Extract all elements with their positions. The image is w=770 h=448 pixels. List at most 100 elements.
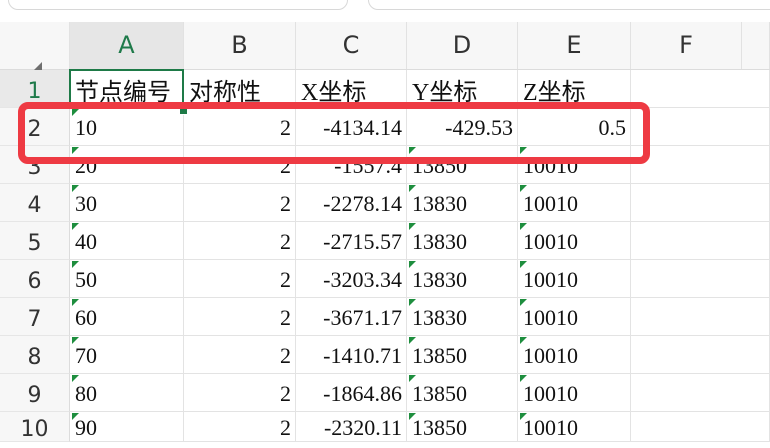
table-cell[interactable]: 2: [184, 336, 296, 373]
row-header-8[interactable]: 8: [0, 336, 70, 374]
cell-value: 80: [75, 381, 97, 406]
cell-value: 40: [75, 229, 97, 254]
table-cell[interactable]: 13830: [407, 298, 518, 335]
table-row: 50 2 -3203.34 13830 10010: [70, 260, 770, 298]
cell-value: 2: [280, 381, 291, 406]
table-cell[interactable]: 13830: [407, 184, 518, 221]
cell-value: -3203.34: [323, 267, 402, 292]
table-cell[interactable]: 2: [184, 412, 296, 441]
table-row: 70 2 -1410.71 13850 10010: [70, 336, 770, 374]
table-cell[interactable]: [631, 146, 770, 183]
row-header-6[interactable]: 6: [0, 260, 70, 298]
cell-value: -2278.14: [323, 191, 402, 216]
table-cell[interactable]: 2: [184, 260, 296, 297]
cell-value: 10010: [523, 343, 578, 368]
table-cell[interactable]: -2278.14: [296, 184, 407, 221]
number-as-text-marker-icon: [520, 413, 527, 420]
table-cell[interactable]: [631, 108, 770, 145]
number-as-text-marker-icon: [520, 261, 527, 268]
table-cell[interactable]: 13850: [407, 412, 518, 441]
table-cell[interactable]: 90: [70, 412, 184, 441]
table-cell[interactable]: [631, 184, 770, 221]
number-as-text-marker-icon: [72, 375, 79, 382]
column-header-g[interactable]: [742, 22, 770, 69]
table-cell[interactable]: 10010: [518, 298, 631, 335]
column-header-b[interactable]: B: [184, 22, 296, 69]
table-cell[interactable]: 10010: [518, 222, 631, 259]
table-cell[interactable]: 10010: [518, 260, 631, 297]
table-cell[interactable]: [631, 412, 770, 441]
table-cell[interactable]: 2: [184, 374, 296, 411]
table-cell[interactable]: 13850: [407, 336, 518, 373]
number-as-text-marker-icon: [520, 375, 527, 382]
cell-value: -3671.17: [323, 305, 402, 330]
table-cell[interactable]: 10010: [518, 374, 631, 411]
column-header-f[interactable]: F: [631, 22, 742, 69]
column-header-a[interactable]: A: [70, 22, 184, 69]
row-header-9[interactable]: 9: [0, 374, 70, 412]
table-cell[interactable]: 13830: [407, 260, 518, 297]
table-cell[interactable]: 10010: [518, 336, 631, 373]
number-as-text-marker-icon: [409, 375, 416, 382]
cell-value: 30: [75, 191, 97, 216]
table-row: 90 2 -2320.11 13850 10010: [70, 412, 770, 442]
cell-value: -1410.71: [323, 343, 402, 368]
table-row: 80 2 -1864.86 13850 10010: [70, 374, 770, 412]
table-cell[interactable]: -1864.86: [296, 374, 407, 411]
table-cell[interactable]: 30: [70, 184, 184, 221]
table-cell[interactable]: 80: [70, 374, 184, 411]
cell-value: 10010: [523, 267, 578, 292]
number-as-text-marker-icon: [520, 299, 527, 306]
number-as-text-marker-icon: [409, 185, 416, 192]
table-cell[interactable]: [631, 374, 770, 411]
table-cell[interactable]: -3671.17: [296, 298, 407, 335]
table-cell[interactable]: 10010: [518, 184, 631, 221]
table-cell[interactable]: [631, 222, 770, 259]
table-cell[interactable]: -2715.57: [296, 222, 407, 259]
cell-value: 13850: [412, 415, 467, 440]
row-header-10[interactable]: 10: [0, 412, 70, 442]
table-cell[interactable]: -1410.71: [296, 336, 407, 373]
table-cell[interactable]: 10010: [518, 412, 631, 441]
select-all-corner[interactable]: [0, 22, 70, 74]
table-row: 60 2 -3671.17 13830 10010: [70, 298, 770, 336]
table-cell[interactable]: -3203.34: [296, 260, 407, 297]
table-cell[interactable]: 2: [184, 222, 296, 259]
row-header-4[interactable]: 4: [0, 184, 70, 222]
table-cell[interactable]: 70: [70, 336, 184, 373]
cell-value: 13830: [412, 229, 467, 254]
number-as-text-marker-icon: [409, 337, 416, 344]
table-cell[interactable]: 13830: [407, 222, 518, 259]
header-cell[interactable]: [631, 70, 770, 107]
table-cell[interactable]: 13850: [407, 374, 518, 411]
table-cell[interactable]: -2320.11: [296, 412, 407, 441]
number-as-text-marker-icon: [520, 337, 527, 344]
table-cell[interactable]: [631, 336, 770, 373]
name-box[interactable]: [8, 0, 348, 10]
table-cell[interactable]: 60: [70, 298, 184, 335]
row-2-highlight-annotation: [18, 102, 650, 164]
number-as-text-marker-icon: [520, 223, 527, 230]
cell-value: 10010: [523, 415, 578, 440]
table-row: 40 2 -2715.57 13830 10010: [70, 222, 770, 260]
cell-value: 50: [75, 267, 97, 292]
row-header-5[interactable]: 5: [0, 222, 70, 260]
cell-value: -2320.11: [323, 415, 402, 440]
table-cell[interactable]: [631, 298, 770, 335]
table-cell[interactable]: 2: [184, 184, 296, 221]
cell-value: 2: [280, 229, 291, 254]
formula-bar[interactable]: [368, 0, 770, 10]
column-header-c[interactable]: C: [296, 22, 407, 69]
column-header-d[interactable]: D: [407, 22, 518, 69]
cell-value: 13850: [412, 381, 467, 406]
table-cell[interactable]: 40: [70, 222, 184, 259]
table-cell[interactable]: 50: [70, 260, 184, 297]
number-as-text-marker-icon: [409, 299, 416, 306]
cell-value: 2: [280, 191, 291, 216]
column-header-e[interactable]: E: [518, 22, 631, 69]
table-cell[interactable]: [631, 260, 770, 297]
table-cell[interactable]: 2: [184, 298, 296, 335]
number-as-text-marker-icon: [409, 413, 416, 420]
cell-value: 10010: [523, 229, 578, 254]
row-header-7[interactable]: 7: [0, 298, 70, 336]
